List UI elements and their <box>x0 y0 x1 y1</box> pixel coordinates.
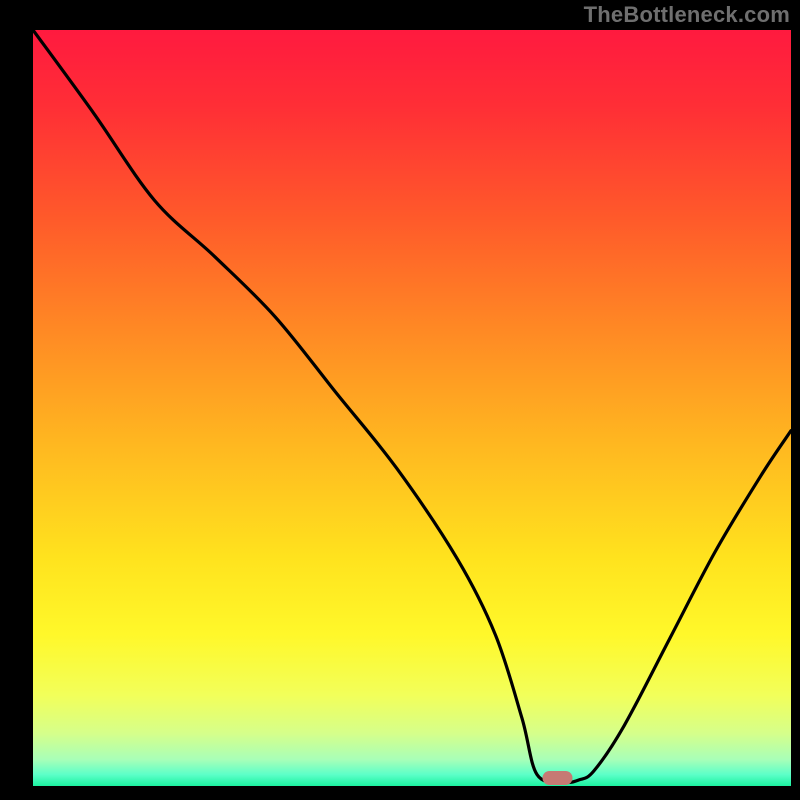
chart-frame: { "watermark": "TheBottleneck.com", "plo… <box>0 0 800 800</box>
optimal-marker <box>543 771 573 785</box>
watermark-text: TheBottleneck.com <box>584 2 790 28</box>
bottleneck-chart <box>0 0 800 800</box>
heatmap-background <box>33 30 791 786</box>
